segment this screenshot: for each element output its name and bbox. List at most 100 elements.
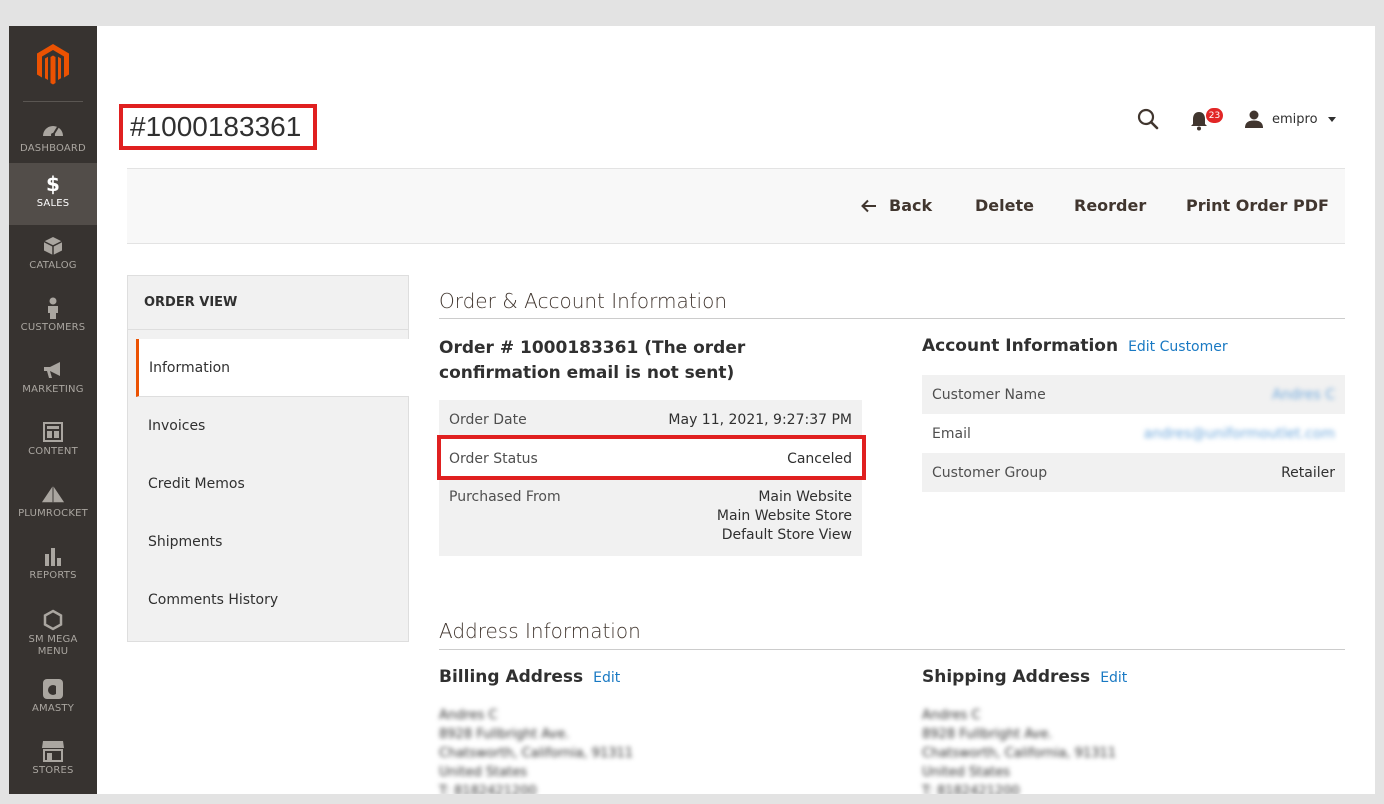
nav-content[interactable]: CONTENT [9, 411, 97, 473]
section-divider [439, 649, 1345, 650]
admin-frame: DASHBOARD $ SALES CATALOG CUSTOMERS MARK… [9, 26, 1375, 794]
order-date-row: Order Date May 11, 2021, 9:27:37 PM [439, 400, 862, 439]
address-line: United States [439, 765, 528, 780]
reorder-button[interactable]: Reorder [1074, 196, 1146, 215]
print-order-pdf-button[interactable]: Print Order PDF [1186, 196, 1329, 215]
nav-label: REPORTS [29, 570, 77, 581]
purchased-from-line: Default Store View [721, 527, 852, 543]
customer-group-row: Customer Group Retailer [922, 453, 1345, 492]
caret-down-icon [1327, 116, 1336, 122]
magento-logo-icon [37, 44, 69, 85]
customer-name-link[interactable]: Andres C [1272, 387, 1335, 403]
order-date-value: May 11, 2021, 9:27:37 PM [668, 411, 852, 428]
purchased-from-row: Purchased From Main Website Main Website… [439, 478, 862, 556]
print-label: Print Order PDF [1186, 196, 1329, 215]
address-line: T: 8182421200 [922, 784, 1020, 794]
edit-billing-link[interactable]: Edit [593, 670, 620, 686]
tab-invoices[interactable]: Invoices [136, 397, 409, 455]
edit-shipping-link[interactable]: Edit [1100, 670, 1127, 686]
order-status-row: Order Status Canceled [439, 439, 862, 478]
nav-sales[interactable]: $ SALES [9, 163, 97, 225]
tab-credit-memos[interactable]: Credit Memos [136, 455, 409, 513]
delete-button[interactable]: Delete [975, 196, 1034, 215]
search-icon[interactable] [1136, 107, 1160, 131]
order-account-section-title: Order & Account Information [439, 289, 728, 313]
customer-group-label: Customer Group [932, 464, 1048, 481]
nav-customers[interactable]: CUSTOMERS [9, 287, 97, 349]
nav-label: AMASTY [31, 703, 75, 714]
megaphone-icon [41, 359, 65, 381]
layout-icon [41, 421, 65, 443]
nav-catalog[interactable]: CATALOG [9, 225, 97, 287]
nav-label: CONTENT [28, 446, 78, 457]
store-icon [41, 740, 65, 762]
page-actions-bar: Back Delete Reorder Print Order PDF [127, 169, 1345, 244]
nav-marketing[interactable]: MARKETING [9, 349, 97, 411]
order-date-label: Order Date [449, 411, 527, 428]
cube-icon [41, 235, 65, 257]
account-info-heading: Account Information Edit Customer [922, 336, 1228, 356]
account-info-title: Account Information [922, 336, 1119, 356]
purchased-from-value: Main Website Main Website Store Default … [717, 488, 852, 556]
admin-sidebar: DASHBOARD $ SALES CATALOG CUSTOMERS MARK… [9, 26, 97, 794]
nav-label: DASHBOARD [20, 143, 86, 154]
nav-label: PLUMROCKET [18, 508, 88, 519]
address-line: 8928 Fullbright Ave. [439, 727, 570, 742]
tab-information[interactable]: Information [136, 339, 409, 397]
purchased-from-label: Purchased From [449, 489, 561, 505]
shipping-address-block: Andres C 8928 Fullbright Ave. Chatsworth… [922, 706, 1116, 794]
nav-label: CATALOG [29, 260, 77, 271]
order-heading: Order # 1000183361 (The order confirmati… [439, 338, 746, 383]
nav-sm-mega-menu[interactable]: SM MEGA MENU [9, 599, 97, 661]
purchased-from-line: Main Website Store [716, 508, 852, 524]
billing-address-title: Billing Address [439, 667, 584, 687]
address-line: 8928 Fullbright Ave. [922, 727, 1053, 742]
delete-label: Delete [975, 196, 1034, 215]
customer-name-label: Customer Name [932, 386, 1046, 403]
hexagon-icon [41, 609, 65, 631]
dashboard-icon [41, 118, 65, 140]
tab-comments-history[interactable]: Comments History [136, 571, 409, 629]
amasty-icon [41, 678, 65, 700]
address-line: United States [922, 765, 1011, 780]
nav-dashboard[interactable]: DASHBOARD [9, 108, 97, 170]
address-line: T: 8182421200 [439, 784, 537, 794]
order-status-label: Order Status [449, 450, 538, 467]
nav-plumrocket[interactable]: PLUMROCKET [9, 473, 97, 535]
order-status-value: Canceled [787, 450, 852, 467]
customer-group-value: Retailer [1281, 464, 1335, 481]
bar-chart-icon [41, 545, 65, 567]
shipping-address-title: Shipping Address [922, 667, 1091, 687]
person-icon [41, 297, 65, 319]
pyramid-icon [41, 483, 65, 505]
email-label: Email [932, 425, 971, 442]
back-button[interactable]: Back [861, 196, 932, 215]
nav-reports[interactable]: REPORTS [9, 535, 97, 597]
tab-shipments[interactable]: Shipments [136, 513, 409, 571]
nav-label: MARKETING [22, 384, 84, 395]
address-section-title: Address Information [439, 619, 641, 643]
reorder-label: Reorder [1074, 196, 1147, 215]
tabs-heading: ORDER VIEW [128, 276, 408, 330]
nav-label: SALES [36, 198, 70, 209]
user-name: emipro [1272, 111, 1318, 127]
nav-amasty[interactable]: AMASTY [9, 668, 97, 730]
back-label: Back [889, 196, 933, 215]
billing-address-block: Andres C 8928 Fullbright Ave. Chatsworth… [439, 706, 633, 794]
customer-name-row: Customer Name Andres C [922, 375, 1345, 414]
edit-customer-link[interactable]: Edit Customer [1128, 339, 1228, 355]
magento-logo[interactable] [9, 26, 97, 102]
nav-stores[interactable]: STORES [9, 730, 97, 792]
user-menu[interactable]: emipro [1244, 108, 1336, 130]
arrow-left-icon [861, 199, 876, 212]
email-link[interactable]: andres@uniformoutlet.com [1144, 426, 1335, 442]
purchased-from-line: Main Website [758, 489, 852, 505]
shipping-address-heading: Shipping Address Edit [922, 667, 1127, 687]
dollar-icon: $ [46, 172, 60, 196]
section-divider [439, 318, 1345, 319]
user-icon [1245, 110, 1263, 128]
billing-address-heading: Billing Address Edit [439, 667, 620, 687]
notifications-button[interactable]: 23 [1189, 106, 1229, 134]
page-title: #1000183361 [119, 104, 317, 150]
address-line: Andres C [922, 708, 981, 723]
